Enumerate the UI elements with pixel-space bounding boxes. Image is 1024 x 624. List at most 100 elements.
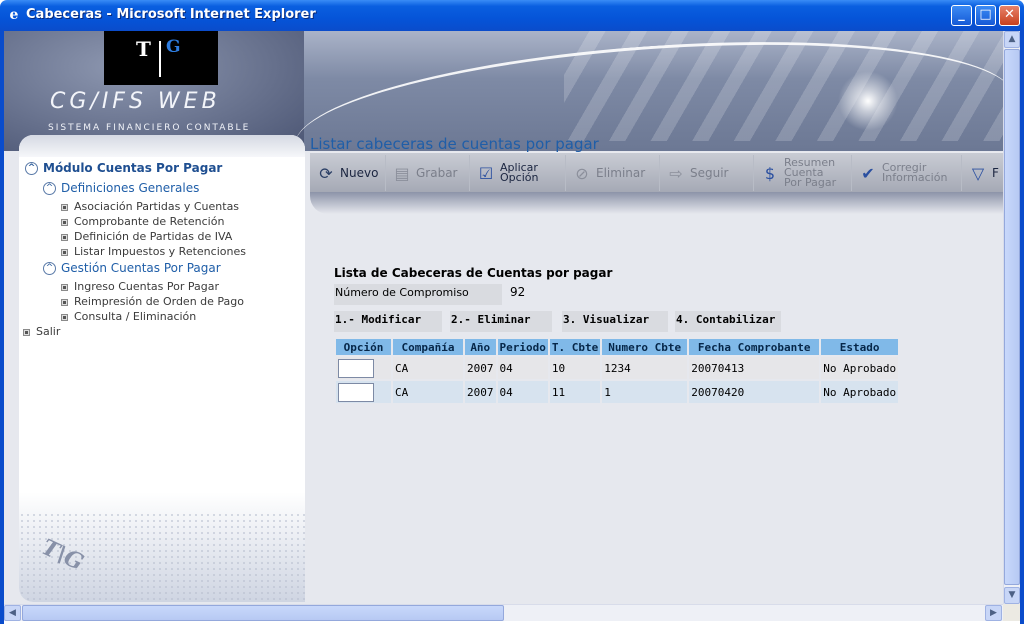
collapse-icon: ^ [43,262,56,275]
scroll-down-icon[interactable]: ▼ [1004,587,1020,604]
table-header-row: Opción Compañía Año Periodo T. Cbte Nume… [336,339,899,355]
nuevo-label: Nuevo [340,166,379,180]
aplicar-opcion-label: Aplicar Opción [500,162,538,183]
list-title: Lista de Cabeceras de Cuentas por pagar [334,266,613,280]
window-title: Cabeceras - Microsoft Internet Explorer [26,7,316,22]
horizontal-scrollbar[interactable]: ◀ ▶ [4,604,1003,621]
refresh-icon: ⟳ [319,163,333,183]
banner: T G CG/IFS WEB SISTEMA FINANCIERO CONTAB… [4,31,1003,221]
brand-subtitle: SISTEMA FINANCIERO CONTABLE [48,123,251,133]
vertical-scrollbar[interactable]: ▲ ▼ [1003,31,1020,604]
tig-logo: T G [104,31,218,85]
action-visualizar: 3. Visualizar [562,311,668,332]
window-frame-right [1020,31,1024,624]
opcion-input[interactable] [338,358,374,378]
eliminar-button[interactable]: ⊘ Eliminar [566,155,660,191]
resumen-label: Resumen Cuenta Por Pagar [784,157,837,189]
eliminar-label: Eliminar [596,166,646,180]
numero-cbte-cell: 1 [602,381,688,403]
maximize-button[interactable]: □ [975,5,996,26]
horizontal-scroll-thumb[interactable] [22,605,504,621]
prohibited-icon: ⊘ [575,163,589,183]
content-area: Lista de Cabeceras de Cuentas por pagar … [310,214,1003,604]
menu-module-label: Módulo Cuentas Por Pagar [43,161,223,175]
minimize-button[interactable]: _ [951,5,972,26]
table-row: CA 2007 04 10 1234 20070413 No Aprobado [336,357,899,379]
estado-cell: No Aprobado [821,357,899,379]
menu-group-label: Gestión Cuentas Por Pagar [61,261,221,275]
logo-letter-g: G [166,37,181,57]
menu-item-reimpresion[interactable]: Reimpresión de Orden de Pago [61,295,244,308]
col-opcion: Opción [336,339,391,355]
anio-cell: 2007 [465,357,496,379]
opcion-input[interactable] [338,382,374,402]
seguir-label: Seguir [690,166,729,180]
logo-letter-t: T [136,37,151,61]
corregir-line-2: Información [882,171,948,184]
menu-item-impuestos[interactable]: Listar Impuestos y Retenciones [61,245,246,258]
tcbte-cell: 11 [549,381,601,403]
seguir-button[interactable]: ⇨ Seguir [660,155,754,191]
cabeceras-table: Opción Compañía Año Periodo T. Cbte Nume… [334,337,900,405]
grabar-button[interactable]: ▤ Grabar [386,155,470,191]
toolbar-shadow [310,192,1003,214]
fecha-cell: 20070420 [689,381,820,403]
menu-group-definiciones[interactable]: ^ Definiciones Generales [43,181,199,195]
menu-group-gestion[interactable]: ^ Gestión Cuentas Por Pagar [43,261,221,275]
page-title: Listar cabeceras de cuentas por pagar [310,135,599,153]
menu-item-consulta[interactable]: Consulta / Eliminación [61,310,196,323]
compania-cell: CA [393,357,463,379]
menu-item-label: Salir [36,325,61,338]
col-fecha: Fecha Comprobante [689,339,820,355]
numero-cbte-cell: 1234 [602,357,688,379]
arrow-right-icon: ⇨ [669,163,683,183]
menu-item-partidas-iva[interactable]: Definición de Partidas de IVA [61,230,232,243]
grabar-label: Grabar [416,166,458,180]
menu-module[interactable]: ^ Módulo Cuentas Por Pagar [25,161,222,175]
bullet-icon [23,328,30,336]
action-eliminar: 2.- Eliminar [450,311,552,332]
funnel-icon: ▽ [971,163,985,183]
scrollbar-corner [1003,604,1020,621]
more-button[interactable]: ▽ F [962,155,1003,191]
close-button[interactable]: ✕ [999,5,1020,26]
menu-item-salir[interactable]: Salir [23,325,60,338]
scroll-left-icon[interactable]: ◀ [4,605,21,621]
save-icon: ▤ [394,163,410,183]
logo-bar [159,41,161,77]
fecha-cell: 20070413 [689,357,820,379]
resumen-button[interactable]: $ Resumen Cuenta Por Pagar [754,155,852,191]
scroll-up-icon[interactable]: ▲ [1004,31,1020,48]
nuevo-button[interactable]: ⟳ Nuevo [310,155,386,191]
scroll-right-icon[interactable]: ▶ [985,605,1002,621]
resumen-line-3: Por Pagar [784,176,837,189]
periodo-cell: 04 [497,381,548,403]
bullet-icon [61,298,68,306]
corregir-label: Corregir Información [882,162,948,184]
bullet-icon [61,283,68,291]
menu-item-asociacion[interactable]: Asociación Partidas y Cuentas [61,200,239,213]
col-periodo: Periodo [497,339,548,355]
menu-item-label: Reimpresión de Orden de Pago [74,295,244,308]
menu-group-label: Definiciones Generales [61,181,200,195]
toolbar: ⟳ Nuevo ▤ Grabar ☑ Aplicar Opción ⊘ Elimi… [310,152,1003,192]
ie-icon: e [9,7,19,23]
col-anio: Año [465,339,496,355]
page: T G CG/IFS WEB SISTEMA FINANCIERO CONTAB… [4,31,1003,604]
corregir-button[interactable]: ✔ Corregir Información [852,155,962,191]
periodo-cell: 04 [497,357,548,379]
menu-item-label: Comprobante de Retención [74,215,225,228]
menu-item-label: Ingreso Cuentas Por Pagar [74,280,219,293]
vertical-scroll-thumb[interactable] [1004,49,1020,585]
menu-item-ingreso[interactable]: Ingreso Cuentas Por Pagar [61,280,219,293]
opcion-cell [336,381,391,403]
menu-item-label: Definición de Partidas de IVA [74,230,233,243]
compania-cell: CA [393,381,463,403]
aplicar-opcion-button[interactable]: ☑ Aplicar Opción [470,155,566,191]
sidebar-top [19,135,305,157]
bullet-icon [61,218,68,226]
table-row: CA 2007 04 11 1 20070420 No Aprobado [336,381,899,403]
menu-item-comprobante-retencion[interactable]: Comprobante de Retención [61,215,224,228]
dollar-icon: $ [764,163,776,183]
bullet-icon [61,233,68,241]
